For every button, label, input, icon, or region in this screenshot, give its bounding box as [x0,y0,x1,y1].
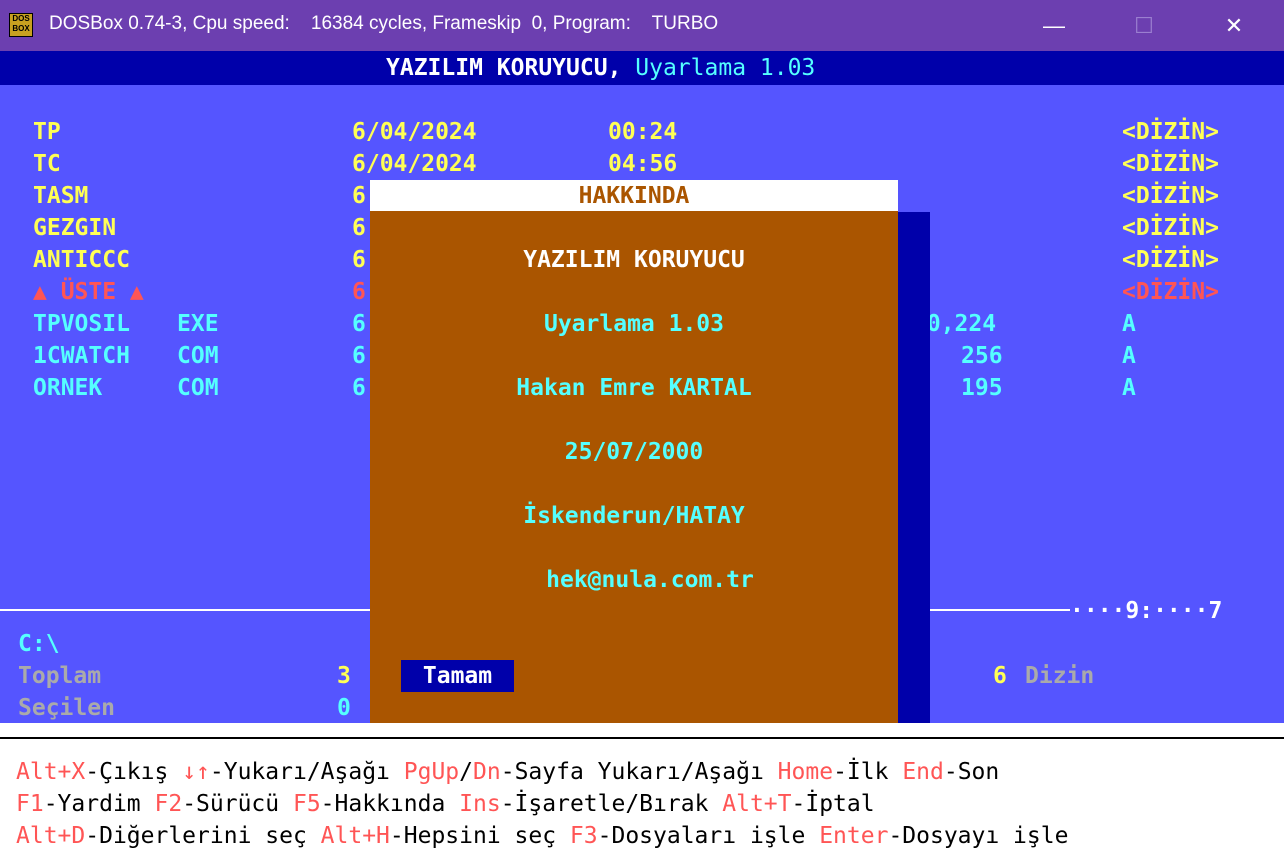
dialog-email: hek@nula.com.tr [546,567,754,593]
parent-dir-item[interactable]: ▲ ÜSTE ▲ [33,276,144,308]
hotkey[interactable]: Alt+X [16,759,85,785]
dialog-author: Hakan Emre KARTAL [516,375,752,401]
file-name[interactable]: TASM [33,180,88,212]
file-date: 6/04/2024 [352,151,477,177]
file-date: 6 [352,375,366,401]
file-attr: <DİZİN> [1122,183,1219,209]
dialog-title: HAKKINDA [578,183,690,209]
minimize-button[interactable]: — [1034,8,1074,44]
dialog-version: Uyarlama 1.03 [543,311,724,337]
hotkey[interactable]: Alt+D [16,823,85,849]
file-size: 195 [961,375,1003,401]
hotkey[interactable]: F5 [293,791,321,817]
hotkey[interactable]: Alt+T [722,791,791,817]
current-path: C:\ [18,631,60,657]
file-name[interactable]: ANTICCC [33,244,130,276]
file-date: 6/04/2024 [352,119,477,145]
file-date: 6 [352,343,366,369]
file-ext: COM [177,375,219,401]
dialog-date: 25/07/2000 [564,439,704,465]
close-button[interactable]: ✕ [1214,8,1254,44]
file-attr: A [1122,343,1136,369]
file-name[interactable]: ORNEK [33,372,102,404]
hotkey[interactable]: F3 [570,823,598,849]
file-name[interactable]: TP [33,116,61,148]
file-ext: EXE [177,311,219,337]
file-name[interactable]: GEZGIN [33,212,116,244]
hotkey[interactable]: Enter [819,823,888,849]
hotkey[interactable]: F2 [154,791,182,817]
file-date: 6 [352,183,366,209]
file-time: 04:56 [608,151,678,177]
file-attr: A [1122,311,1136,337]
file-name[interactable]: 1CWATCH [33,340,130,372]
file-attr: <DİZİN> [1122,215,1219,241]
dir-count: 6 [993,663,1007,689]
file-date: 6 [352,215,366,241]
help-line-3: Alt+D-Diğerlerini seç Alt+H-Hepsini seç … [16,823,1069,849]
maximize-button[interactable]: ☐ [1124,8,1164,44]
file-name[interactable]: TPVOSIL [33,308,130,340]
hotkey[interactable]: Ins [459,791,501,817]
hotkey[interactable]: Home [778,759,833,785]
file-date: 6 [352,247,366,273]
file-ext: COM [177,343,219,369]
total-value: 3 [337,663,351,689]
file-attr: <DİZİN> [1122,247,1219,273]
dir-label: Dizin [1025,663,1095,689]
file-date: 6 [352,311,366,337]
hotkey[interactable]: Alt+H [321,823,390,849]
dialog-product: YAZILIM KORUYUCU [523,247,745,273]
ok-button-label[interactable]: Tamam [401,660,514,692]
selected-value: 0 [337,695,351,721]
hotkey[interactable]: End [902,759,944,785]
file-attr: A [1122,375,1136,401]
hotkey[interactable]: F1 [16,791,44,817]
page-ratio: ····9:····7 [1070,598,1223,624]
file-name[interactable]: TC [33,148,61,180]
total-label: Toplam [18,663,102,689]
dialog-location: İskenderun/HATAY [523,503,745,529]
app-title: YAZILIM KORUYUCU, Uyarlama 1.03 [386,55,816,81]
file-attr: <DİZİN> [1122,279,1219,305]
window-title: DOSBox 0.74-3, Cpu speed: 16384 cycles, … [49,13,719,34]
help-line-2: F1-Yardim F2-Sürücü F5-Hakkında Ins-İşar… [16,791,875,817]
dosbox-icon: DOS BOX [9,13,33,37]
file-time: 00:24 [608,119,678,145]
file-size: 256 [961,343,1003,369]
help-line-1: Alt+X-Çıkış ↓↑-Yukarı/Aşağı PgUp/Dn-Sayf… [16,759,1000,785]
hotkey[interactable]: PgUp [404,759,459,785]
file-attr: <DİZİN> [1122,151,1219,177]
selected-label: Seçilen [18,695,115,721]
hotkey[interactable]: ↓↑ [182,759,210,785]
help-divider [0,737,1284,739]
dialog-shadow [898,212,930,723]
file-attr: <DİZİN> [1122,119,1219,145]
file-date: 6 [352,279,366,305]
window-titlebar[interactable]: DOS BOX DOSBox 0.74-3, Cpu speed: 16384 … [0,0,1284,51]
hotkey[interactable]: Dn [473,759,501,785]
